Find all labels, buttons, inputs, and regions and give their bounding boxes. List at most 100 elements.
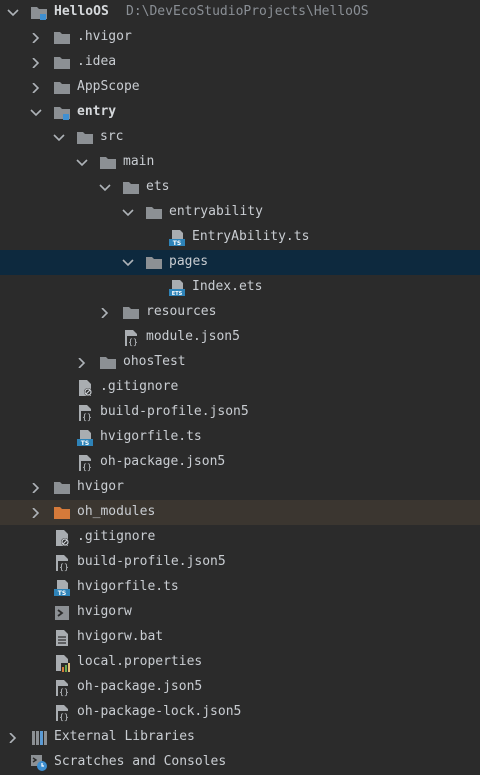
tree-row-entry-hvigorfile[interactable]: TS hvigorfile.ts <box>0 425 480 450</box>
folder-icon <box>76 129 94 147</box>
tree-item-label: hvigorfile.ts <box>77 579 179 594</box>
shell-script-icon <box>53 604 71 622</box>
tree-row-local-properties[interactable]: local.properties <box>0 650 480 675</box>
tree-item-label: oh_modules <box>77 504 156 519</box>
chevron-down-icon[interactable] <box>76 158 88 168</box>
tree-row-hvigor[interactable]: hvigor <box>0 475 480 500</box>
tree-row-src[interactable]: src <box>0 125 480 150</box>
tree-row-root-build-profile[interactable]: {} build-profile.json5 <box>0 550 480 575</box>
chevron-down-icon[interactable] <box>30 108 42 118</box>
tree-item-label: ohosTest <box>123 354 186 369</box>
chevron-right-icon[interactable] <box>30 58 42 68</box>
tree-row-helloos[interactable]: HelloOS D:\DevEcoStudioProjects\HelloOS <box>0 0 480 25</box>
folder-icon <box>99 154 117 172</box>
svg-text:ETS: ETS <box>172 291 183 297</box>
tree-item-label: EntryAbility.ts <box>192 229 310 244</box>
tree-item-label: oh-package.json5 <box>77 679 203 694</box>
tree-item-label: .hvigor <box>77 29 132 44</box>
json-file-icon: {} <box>76 454 94 472</box>
tree-row-hvigorw-bat[interactable]: hvigorw.bat <box>0 625 480 650</box>
ts-file-icon: TS <box>168 229 186 247</box>
tree-row-scratches[interactable]: Scratches and Consoles <box>0 750 480 775</box>
tree-item-label: oh-package.json5 <box>100 454 226 469</box>
tree-item-label: local.properties <box>77 654 203 669</box>
chevron-right-icon[interactable] <box>7 733 19 743</box>
tree-item-label: hvigorw <box>77 604 132 619</box>
properties-file-icon <box>53 654 71 672</box>
folder-icon <box>145 254 163 272</box>
tree-item-label: ets <box>146 179 170 194</box>
tree-item-label: build-profile.json5 <box>77 554 226 569</box>
svg-text:{}: {} <box>59 688 69 697</box>
tree-row-root-oh-package[interactable]: {} oh-package.json5 <box>0 675 480 700</box>
tree-row-entryability-ts[interactable]: TS EntryAbility.ts <box>0 225 480 250</box>
svg-text:{}: {} <box>59 563 69 572</box>
tree-row-pages[interactable]: pages <box>0 250 480 275</box>
project-tree: HelloOS D:\DevEcoStudioProjects\HelloOS … <box>0 0 480 775</box>
tree-row-appscope[interactable]: AppScope <box>0 75 480 100</box>
tree-row-root-hvigorfile[interactable]: TS hvigorfile.ts <box>0 575 480 600</box>
tree-row-oh-modules[interactable]: oh_modules <box>0 500 480 525</box>
excluded-folder-icon <box>53 504 71 522</box>
tree-row-entryability[interactable]: entryability <box>0 200 480 225</box>
ts-file-icon: TS <box>53 579 71 597</box>
chevron-down-icon[interactable] <box>7 8 19 18</box>
tree-item-label: External Libraries <box>54 729 195 744</box>
ets-file-icon: ETS <box>168 279 186 297</box>
chevron-right-icon[interactable] <box>30 483 42 493</box>
tree-row-module-json5[interactable]: {} module.json5 <box>0 325 480 350</box>
folder-icon <box>53 79 71 97</box>
folder-icon <box>53 54 71 72</box>
chevron-down-icon[interactable] <box>99 183 111 193</box>
chevron-down-icon[interactable] <box>122 258 134 268</box>
tree-row-main[interactable]: main <box>0 150 480 175</box>
tree-item-label: AppScope <box>77 79 140 94</box>
tree-row-resources[interactable]: resources <box>0 300 480 325</box>
tree-row-hvigorw[interactable]: hvigorw <box>0 600 480 625</box>
library-icon <box>30 729 48 747</box>
tree-item-label: Index.ets <box>192 279 263 294</box>
tree-item-label: main <box>123 154 155 169</box>
chevron-down-icon[interactable] <box>53 133 65 143</box>
chevron-right-icon[interactable] <box>76 358 88 368</box>
tree-item-label: src <box>100 129 124 144</box>
tree-item-label: .gitignore <box>100 379 179 394</box>
folder-icon <box>122 304 140 322</box>
tree-item-label: pages <box>169 254 209 269</box>
chevron-right-icon[interactable] <box>30 508 42 518</box>
tree-row-idea[interactable]: .idea <box>0 50 480 75</box>
tree-row-hvigor-hidden[interactable]: .hvigor <box>0 25 480 50</box>
svg-text:TS: TS <box>81 440 89 447</box>
tree-row-oh-package-lock[interactable]: {} oh-package-lock.json5 <box>0 700 480 725</box>
project-name: HelloOS <box>54 4 109 19</box>
folder-icon <box>122 179 140 197</box>
tree-item-label: oh-package-lock.json5 <box>77 704 242 719</box>
json-file-icon: {} <box>76 404 94 422</box>
json-file-icon: {} <box>53 704 71 722</box>
tree-row-entry-gitignore[interactable]: .gitignore <box>0 375 480 400</box>
tree-row-entry-oh-package[interactable]: {} oh-package.json5 <box>0 450 480 475</box>
tree-item-label: .gitignore <box>77 529 156 544</box>
tree-row-entry-build-profile[interactable]: {} build-profile.json5 <box>0 400 480 425</box>
project-path: D:\DevEcoStudioProjects\HelloOS <box>126 4 369 19</box>
tree-row-root-gitignore[interactable]: .gitignore <box>0 525 480 550</box>
chevron-right-icon[interactable] <box>30 33 42 43</box>
chevron-down-icon[interactable] <box>122 208 134 218</box>
tree-row-external-libraries[interactable]: External Libraries <box>0 725 480 750</box>
tree-row-index-ets[interactable]: ETS Index.ets <box>0 275 480 300</box>
tree-row-entry[interactable]: entry <box>0 100 480 125</box>
chevron-right-icon[interactable] <box>99 308 111 318</box>
module-folder-icon <box>30 4 48 22</box>
tree-item-label: Scratches and Consoles <box>54 754 227 769</box>
gitignore-file-icon <box>76 379 94 397</box>
tree-item-label: hvigorfile.ts <box>100 429 202 444</box>
tree-item-label: resources <box>146 304 217 319</box>
scratches-icon <box>30 754 48 772</box>
chevron-right-icon[interactable] <box>30 83 42 93</box>
tree-row-ets[interactable]: ets <box>0 175 480 200</box>
tree-item-label: entry <box>77 104 117 119</box>
svg-text:{}: {} <box>82 413 92 422</box>
tree-row-ohostest[interactable]: ohosTest <box>0 350 480 375</box>
gitignore-file-icon <box>53 529 71 547</box>
folder-icon <box>145 204 163 222</box>
